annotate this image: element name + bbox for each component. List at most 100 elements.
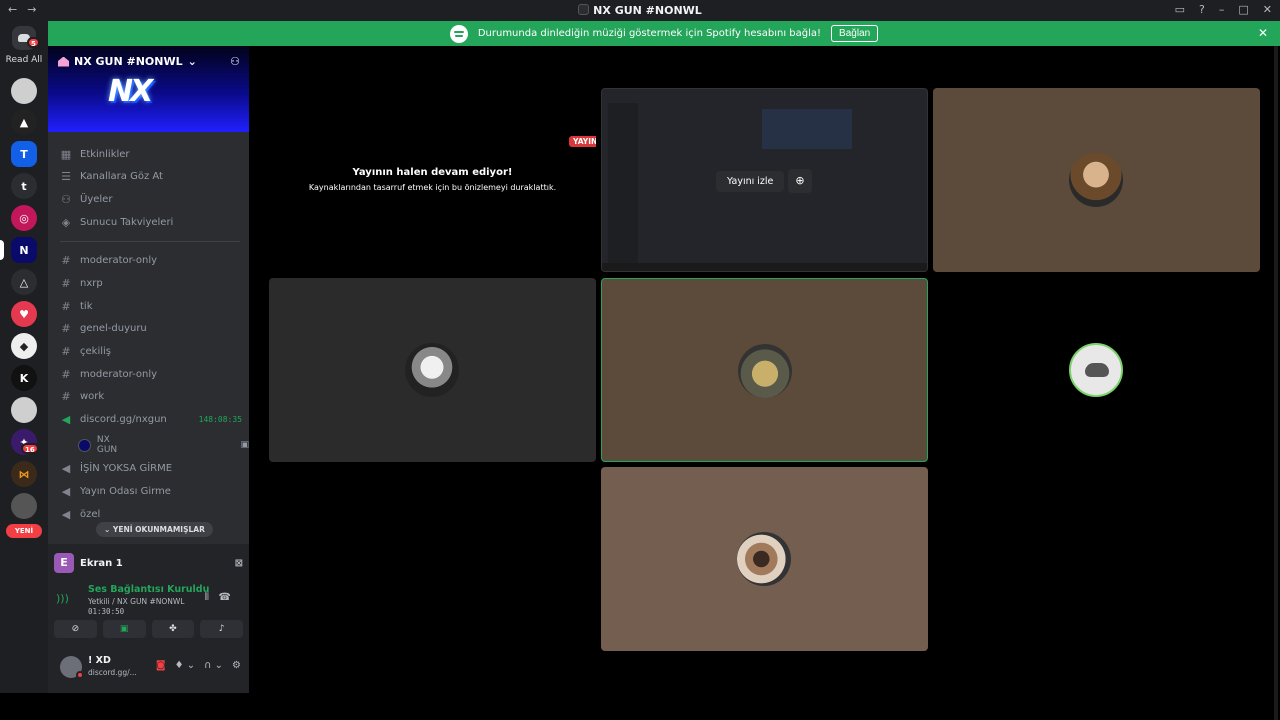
- window-title: NX GUN #NONWL: [0, 4, 1280, 17]
- members-icon: ⚇: [61, 192, 71, 206]
- text-channel-icon: #: [61, 253, 71, 267]
- noise-suppression-icon[interactable]: ⦀: [205, 592, 209, 603]
- text-channel-icon: #: [61, 276, 71, 290]
- banner-text: Durumunda dinlediğin müziği göstermek iç…: [477, 28, 822, 39]
- connect-spotify-button[interactable]: Bağlan: [831, 25, 879, 42]
- help-icon[interactable]: ?: [1199, 3, 1205, 16]
- spotify-banner: Durumunda dinlediğin müziği göstermek iç…: [48, 21, 1280, 46]
- channel-moderator-only-2[interactable]: # moderator-only: [56, 364, 242, 384]
- paused-stream-tile[interactable]: YAYINDA Yayının halen devam ediyor! Kayn…: [269, 88, 596, 272]
- popout-icon[interactable]: ⊠: [235, 558, 243, 569]
- server-icon-10[interactable]: K: [11, 365, 37, 391]
- menu-item-boosts[interactable]: ◈ Sunucu Takviyeleri: [56, 212, 242, 232]
- server-icon-5[interactable]: ◎: [11, 205, 37, 231]
- microphone-icon[interactable]: ♦ ⌄: [175, 660, 196, 671]
- server-rail: 5 Read All ▲ T t ◎ N △ ♥ ◆ K ✦ 16 ⋈ YENİ: [0, 21, 48, 693]
- active-server-pill: [0, 240, 4, 260]
- new-unreads-pill[interactable]: ⌄ YENİ OKUNMAMIŞLAR: [96, 522, 213, 537]
- server-icon-2[interactable]: ▲: [11, 109, 37, 135]
- avatar: [738, 344, 792, 398]
- connection-status[interactable]: Ses Bağlantısı Kuruldu: [88, 584, 209, 595]
- stream-preview-row[interactable]: E Ekran 1 ⊠: [54, 552, 243, 574]
- voice-channel-yayin-odasi[interactable]: ◀ Yayın Odası Girme: [56, 481, 242, 501]
- username[interactable]: ! XD: [88, 655, 111, 666]
- server-icon-14[interactable]: [11, 493, 37, 519]
- chevron-down-icon: ⌄: [187, 55, 197, 68]
- server-icon-11[interactable]: [11, 397, 37, 423]
- channel-moderator-only[interactable]: # moderator-only: [56, 250, 242, 270]
- invite-people-icon[interactable]: ⚇: [230, 55, 240, 68]
- disconnect-icon[interactable]: ☎: [219, 592, 231, 603]
- banner-close-icon[interactable]: ✕: [1258, 26, 1268, 40]
- camera-off-button[interactable]: ⊘: [54, 620, 97, 638]
- divider: [60, 241, 240, 242]
- menu-item-members[interactable]: ⚇ Üyeler: [56, 189, 242, 209]
- voice-channel-nxgun[interactable]: ◀ discord.gg/nxgun 148:08:35: [56, 409, 242, 429]
- menu-item-browse-channels[interactable]: ☰ Kanallara Göz At: [56, 166, 242, 186]
- zoom-in-icon[interactable]: ⊕: [788, 169, 812, 193]
- voice-member[interactable]: NX GUN ▣: [78, 435, 249, 455]
- server-icon-nxgun[interactable]: N: [11, 237, 37, 263]
- text-channel-icon: #: [61, 344, 71, 358]
- server-icon-4[interactable]: t: [11, 173, 37, 199]
- stream-preview-tile[interactable]: Yayını izle ⊕: [601, 88, 928, 272]
- participant-tile-5[interactable]: [601, 467, 928, 651]
- screen-share-button[interactable]: ▣: [102, 620, 146, 638]
- channel-cekilis[interactable]: # çekiliş: [56, 341, 242, 361]
- settings-gear-icon[interactable]: ⚙: [232, 660, 241, 671]
- participant-tile-2[interactable]: [269, 278, 596, 462]
- server-badge: 16: [21, 443, 39, 454]
- stream-name: Ekran 1: [80, 557, 123, 569]
- voice-channel-isin-yoksa-girme[interactable]: ◀ İŞİN YOKSA GİRME: [56, 458, 242, 478]
- server-icon-7[interactable]: △: [11, 269, 37, 295]
- voice-channel-ozel[interactable]: ◀ özel: [56, 504, 242, 524]
- participant-tile-4[interactable]: [933, 278, 1260, 462]
- voice-timer: 148:08:35: [198, 414, 242, 424]
- voice-stage: YAYINDA Yayının halen devam ediyor! Kayn…: [249, 46, 1280, 720]
- server-header[interactable]: NX GUN #NONWL ⌄: [58, 55, 197, 68]
- minimize-icon[interactable]: –: [1219, 3, 1225, 16]
- participant-tile-1[interactable]: [933, 88, 1260, 272]
- stream-icon: ▣: [240, 440, 249, 450]
- maximize-icon[interactable]: □: [1238, 3, 1248, 16]
- speaker-icon: ◀: [61, 507, 71, 521]
- stage-scrollbar[interactable]: [1274, 46, 1278, 720]
- watch-stream-button[interactable]: Yayını izle: [716, 171, 785, 192]
- read-all-button[interactable]: Read All: [0, 55, 48, 65]
- participant-tile-speaking[interactable]: [601, 278, 928, 462]
- server-icon-13[interactable]: ⋈: [11, 461, 37, 487]
- channel-genel-duyuru[interactable]: # genel-duyuru: [56, 318, 242, 338]
- channel-work[interactable]: # work: [56, 386, 242, 406]
- server-icon-3[interactable]: T: [11, 141, 37, 167]
- live-badge: YAYINDA: [569, 136, 596, 147]
- server-banner[interactable]: NX GUN #NONWL ⌄ ⚇ NX: [48, 46, 249, 132]
- paused-subtitle: Kaynaklarından tasarruf etmek için bu ön…: [308, 183, 557, 192]
- discord-icon: [1085, 363, 1109, 377]
- spotify-icon: [449, 24, 468, 43]
- headphones-icon[interactable]: ∩ ⌄: [204, 660, 223, 671]
- activities-button[interactable]: ✤: [151, 620, 195, 638]
- text-channel-icon: #: [61, 367, 71, 381]
- inbox-icon[interactable]: ▭: [1175, 3, 1185, 16]
- channel-tik[interactable]: # tik: [56, 296, 242, 316]
- signal-icon: ))): [56, 592, 69, 605]
- avatar: [405, 343, 459, 397]
- elapsed-time: 01:30:50: [88, 607, 125, 616]
- new-servers-pill[interactable]: YENİ: [6, 524, 42, 538]
- boost-icon: ◈: [61, 215, 71, 229]
- soundboard-button[interactable]: ♪: [200, 620, 243, 638]
- server-icon-8[interactable]: ♥: [11, 301, 37, 327]
- avatar: [78, 438, 91, 452]
- channel-nxrp[interactable]: # nxrp: [56, 273, 242, 293]
- channel-sidebar: NX GUN #NONWL ⌄ ⚇ NX ▦ Etkinlikler ☰ Kanal…: [48, 46, 249, 693]
- window-controls: ▭ ? – □ ✕: [1175, 3, 1272, 16]
- server-icon-9[interactable]: ◆: [11, 333, 37, 359]
- menu-item-events[interactable]: ▦ Etkinlikler: [56, 144, 242, 164]
- avatar: [737, 532, 791, 586]
- server-banner-logo: NX: [108, 74, 153, 109]
- server-icon: [578, 4, 590, 15]
- close-icon[interactable]: ✕: [1263, 3, 1272, 16]
- gamepad-icon[interactable]: ◙: [156, 660, 166, 671]
- server-icon-1[interactable]: [11, 78, 37, 104]
- voice-location[interactable]: Yetkili / NX GUN #NONWL: [88, 597, 184, 606]
